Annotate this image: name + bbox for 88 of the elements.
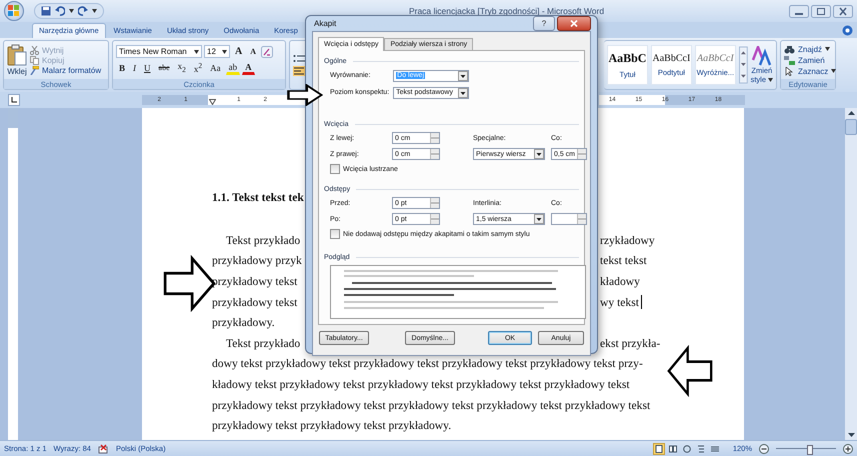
view-icon <box>682 444 691 452</box>
font-size-field[interactable]: 12 <box>204 45 230 58</box>
format-button[interactable]: Aa <box>207 62 224 74</box>
document-text: dowy tekst przykładowy tekst przykładowy tekst przykładowy tekst przykładowy tekst przy- <box>212 357 643 370</box>
undo-icon[interactable] <box>55 6 65 16</box>
tab-selector[interactable] <box>8 94 20 106</box>
format-button[interactable]: abe <box>156 62 173 73</box>
view-button[interactable] <box>666 442 679 454</box>
zoom-slider[interactable] <box>776 444 836 454</box>
view-icon <box>668 444 677 452</box>
document-text: ekst przykła- <box>600 336 660 350</box>
zoom-in-icon[interactable] <box>843 444 853 454</box>
format-button[interactable]: B <box>116 62 128 74</box>
indent-marker-icon[interactable] <box>208 99 216 105</box>
outline-arrow-icon <box>667 345 713 397</box>
checkbox[interactable] <box>330 164 340 174</box>
window-title: Praca licencjacka [Tryb zgodności] - Microsoft Word <box>408 6 604 16</box>
view-icon <box>654 444 663 452</box>
editing-button[interactable]: Zamień <box>784 56 825 64</box>
redo-icon[interactable] <box>78 6 88 16</box>
document-text: przykładowy tekst <box>212 296 298 309</box>
line-spacing-at-field[interactable] <box>551 213 587 225</box>
document-text: wy tekst <box>600 296 639 309</box>
format-button[interactable]: x$^{2}$ <box>190 60 206 75</box>
close-icon <box>570 20 578 27</box>
close-icon[interactable] <box>833 4 853 18</box>
editing-button[interactable]: Znajdź <box>784 44 830 54</box>
document-text: kładowy tekst przykładowy tekst przykładowy tekst przykładowy tekst przykładowy tekst <box>212 378 630 391</box>
office-logo-icon <box>8 5 20 17</box>
change-styles-icon <box>750 46 773 66</box>
close-button[interactable] <box>557 16 591 31</box>
scrollbar[interactable] <box>845 108 857 440</box>
format-button[interactable]: ab <box>226 60 240 74</box>
document-text: przykładowy tekst przykładowy tekst przykładowy tekst przykładowy tekst przykładowy tekst <box>212 398 650 412</box>
document-text: rzykładowy <box>600 234 655 247</box>
document-text: kładowy <box>600 274 640 288</box>
caret-icon <box>194 50 199 54</box>
caret-icon <box>222 50 227 54</box>
format-button[interactable]: I <box>130 62 140 74</box>
caret-icon <box>768 78 773 82</box>
caret-icon[interactable] <box>92 9 97 13</box>
caret-icon <box>831 69 836 73</box>
format-button[interactable]: U <box>141 62 154 74</box>
format-button[interactable]: x$_{2}$ <box>174 60 189 75</box>
paste-button[interactable]: Wklej <box>7 44 27 76</box>
binoculars-icon <box>784 44 795 54</box>
clear-format-icon[interactable] <box>261 46 274 58</box>
view-icon <box>710 444 719 452</box>
brush-icon <box>30 66 39 74</box>
scroll-thumb[interactable] <box>845 119 857 135</box>
text-cursor <box>640 295 642 310</box>
document-text: Tekst przykłado <box>226 336 300 350</box>
minimize-icon[interactable] <box>789 4 809 18</box>
document-text: tekst tekst <box>600 254 647 268</box>
document-text: Tekst przykłado <box>226 234 300 247</box>
view-button[interactable] <box>680 442 693 454</box>
view-icon <box>696 444 705 452</box>
gallery-scroll-icon[interactable] <box>738 46 748 84</box>
dialog-title: Akapit <box>314 19 336 28</box>
checkbox[interactable] <box>330 229 340 239</box>
document-heading: 1.1. Tekst tekst tek <box>212 191 304 204</box>
zoom-out-icon[interactable] <box>759 444 769 454</box>
tab-stop-icon <box>11 97 17 103</box>
maximize-icon[interactable] <box>811 4 831 18</box>
replace-icon <box>784 56 795 64</box>
font-size-button[interactable]: A <box>232 45 246 58</box>
document-text: przykładowy przyk <box>212 254 302 268</box>
help-button[interactable]: ? <box>533 16 555 31</box>
copy-icon <box>30 56 39 64</box>
view-button[interactable] <box>652 442 665 454</box>
caret-icon[interactable] <box>69 9 74 13</box>
document-text: przykładowy. <box>212 316 275 330</box>
caret-icon <box>825 47 830 51</box>
document-text: przykładowy tekst przykładowy tekst przykładowy. <box>212 419 452 432</box>
office-button[interactable] <box>4 1 24 21</box>
format-button[interactable]: A <box>242 60 255 74</box>
font-name-field[interactable]: Times New Roman <box>116 45 202 58</box>
bullet-list-icon[interactable] <box>293 54 305 64</box>
clipboard-icon <box>7 44 27 66</box>
align-left-icon[interactable] <box>293 66 305 76</box>
font-size-button[interactable]: A <box>247 46 260 57</box>
help-icon[interactable] <box>842 25 853 36</box>
clipboard-button[interactable]: Malarz formatów <box>30 66 102 74</box>
editing-button[interactable]: Zaznacz <box>784 66 836 76</box>
proofing-icon[interactable] <box>98 444 109 454</box>
save-icon[interactable] <box>41 6 51 16</box>
pointer-icon <box>784 66 795 76</box>
scissors-icon <box>30 46 39 54</box>
